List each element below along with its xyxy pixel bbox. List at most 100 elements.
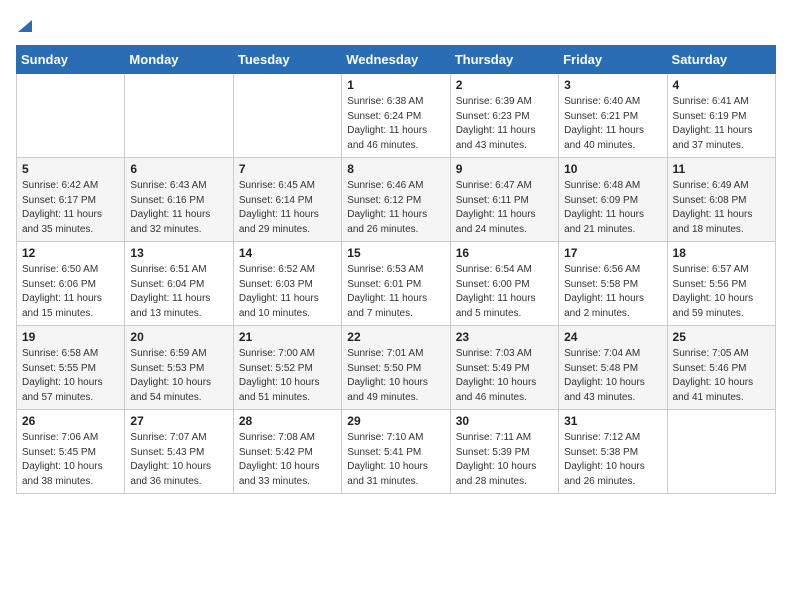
calendar-week-row: 26Sunrise: 7:06 AM Sunset: 5:45 PM Dayli… <box>17 410 776 494</box>
calendar-week-row: 1 Sunrise: 6:38 AM Sunset: 6:24 PM Daylig… <box>17 74 776 158</box>
day-info: Sunrise: 6:49 AM Sunset: 6:08 PM Dayligh… <box>673 179 770 237</box>
calendar-week-row: 19 Sunrise: 6:58 AM Sunset: 5:55 PM Dayli… <box>17 326 776 410</box>
calendar-cell: 17Sunrise: 6:56 AM Sunset: 5:58 PM Dayli… <box>559 242 667 326</box>
day-info: Sunrise: 6:57 AM Sunset: 5:56 PM Dayligh… <box>673 263 770 321</box>
day-info: Sunrise: 6:53 AM Sunset: 6:01 PM Dayligh… <box>347 263 444 321</box>
day-info: Sunrise: 6:56 AM Sunset: 5:58 PM Dayligh… <box>564 263 661 321</box>
calendar-cell: 27 Sunrise: 7:07 AM Sunset: 5:43 PM Dayli… <box>125 410 233 494</box>
day-number: 27 <box>130 414 227 428</box>
day-number: 28 <box>239 414 336 428</box>
day-info: Sunrise: 6:40 AM Sunset: 6:21 PM Dayligh… <box>564 95 661 153</box>
calendar-cell: 18 Sunrise: 6:57 AM Sunset: 5:56 PM Dayli… <box>667 242 775 326</box>
calendar-cell: 5 Sunrise: 6:42 AM Sunset: 6:17 PM Daylig… <box>17 158 125 242</box>
calendar-cell: 1 Sunrise: 6:38 AM Sunset: 6:24 PM Daylig… <box>342 74 450 158</box>
day-info: Sunrise: 6:38 AM Sunset: 6:24 PM Dayligh… <box>347 95 444 153</box>
day-info: Sunrise: 6:45 AM Sunset: 6:14 PM Dayligh… <box>239 179 336 237</box>
day-info: Sunrise: 7:04 AM Sunset: 5:48 PM Dayligh… <box>564 347 661 405</box>
calendar-cell: 21Sunrise: 7:00 AM Sunset: 5:52 PM Dayli… <box>233 326 341 410</box>
day-number: 12 <box>22 246 119 260</box>
day-info: Sunrise: 6:41 AM Sunset: 6:19 PM Dayligh… <box>673 95 770 153</box>
day-info: Sunrise: 6:58 AM Sunset: 5:55 PM Dayligh… <box>22 347 119 405</box>
weekday-header-saturday: Saturday <box>667 46 775 74</box>
day-number: 5 <box>22 162 119 176</box>
calendar-cell: 13 Sunrise: 6:51 AM Sunset: 6:04 PM Dayli… <box>125 242 233 326</box>
calendar-cell: 29 Sunrise: 7:10 AM Sunset: 5:41 PM Dayli… <box>342 410 450 494</box>
day-info: Sunrise: 6:59 AM Sunset: 5:53 PM Dayligh… <box>130 347 227 405</box>
day-number: 24 <box>564 330 661 344</box>
calendar-cell: 2 Sunrise: 6:39 AM Sunset: 6:23 PM Daylig… <box>450 74 558 158</box>
day-number: 30 <box>456 414 553 428</box>
day-info: Sunrise: 6:50 AM Sunset: 6:06 PM Dayligh… <box>22 263 119 321</box>
day-info: Sunrise: 6:43 AM Sunset: 6:16 PM Dayligh… <box>130 179 227 237</box>
calendar-cell: 15 Sunrise: 6:53 AM Sunset: 6:01 PM Dayli… <box>342 242 450 326</box>
day-number: 26 <box>22 414 119 428</box>
day-number: 25 <box>673 330 770 344</box>
calendar-cell: 28 Sunrise: 7:08 AM Sunset: 5:42 PM Dayli… <box>233 410 341 494</box>
day-info: Sunrise: 6:46 AM Sunset: 6:12 PM Dayligh… <box>347 179 444 237</box>
day-number: 19 <box>22 330 119 344</box>
day-number: 15 <box>347 246 444 260</box>
day-number: 14 <box>239 246 336 260</box>
weekday-header-tuesday: Tuesday <box>233 46 341 74</box>
day-number: 16 <box>456 246 553 260</box>
day-info: Sunrise: 7:01 AM Sunset: 5:50 PM Dayligh… <box>347 347 444 405</box>
calendar-cell: 20 Sunrise: 6:59 AM Sunset: 5:53 PM Dayli… <box>125 326 233 410</box>
calendar-cell: 9 Sunrise: 6:47 AM Sunset: 6:11 PM Daylig… <box>450 158 558 242</box>
calendar-cell: 24 Sunrise: 7:04 AM Sunset: 5:48 PM Dayli… <box>559 326 667 410</box>
weekday-header-sunday: Sunday <box>17 46 125 74</box>
calendar-cell: 7 Sunrise: 6:45 AM Sunset: 6:14 PM Daylig… <box>233 158 341 242</box>
day-number: 6 <box>130 162 227 176</box>
day-info: Sunrise: 6:47 AM Sunset: 6:11 PM Dayligh… <box>456 179 553 237</box>
day-info: Sunrise: 7:05 AM Sunset: 5:46 PM Dayligh… <box>673 347 770 405</box>
day-info: Sunrise: 6:48 AM Sunset: 6:09 PM Dayligh… <box>564 179 661 237</box>
weekday-header-friday: Friday <box>559 46 667 74</box>
calendar-cell: 16 Sunrise: 6:54 AM Sunset: 6:00 PM Dayli… <box>450 242 558 326</box>
day-number: 22 <box>347 330 444 344</box>
weekday-header-row: SundayMondayTuesdayWednesdayThursdayFrid… <box>17 46 776 74</box>
calendar-cell <box>233 74 341 158</box>
day-number: 1 <box>347 78 444 92</box>
header <box>16 16 776 35</box>
calendar-cell: 22 Sunrise: 7:01 AM Sunset: 5:50 PM Dayli… <box>342 326 450 410</box>
calendar-week-row: 5 Sunrise: 6:42 AM Sunset: 6:17 PM Daylig… <box>17 158 776 242</box>
day-info: Sunrise: 6:39 AM Sunset: 6:23 PM Dayligh… <box>456 95 553 153</box>
day-number: 2 <box>456 78 553 92</box>
day-info: Sunrise: 7:00 AM Sunset: 5:52 PM Dayligh… <box>239 347 336 405</box>
calendar-cell: 10 Sunrise: 6:48 AM Sunset: 6:09 PM Dayli… <box>559 158 667 242</box>
calendar-cell: 8 Sunrise: 6:46 AM Sunset: 6:12 PM Daylig… <box>342 158 450 242</box>
day-number: 4 <box>673 78 770 92</box>
weekday-header-wednesday: Wednesday <box>342 46 450 74</box>
day-number: 10 <box>564 162 661 176</box>
day-info: Sunrise: 6:51 AM Sunset: 6:04 PM Dayligh… <box>130 263 227 321</box>
logo-icon <box>18 16 32 37</box>
day-number: 31 <box>564 414 661 428</box>
day-number: 11 <box>673 162 770 176</box>
calendar-cell: 12 Sunrise: 6:50 AM Sunset: 6:06 PM Dayli… <box>17 242 125 326</box>
weekday-header-thursday: Thursday <box>450 46 558 74</box>
day-info: Sunrise: 7:07 AM Sunset: 5:43 PM Dayligh… <box>130 431 227 489</box>
day-info: Sunrise: 7:11 AM Sunset: 5:39 PM Dayligh… <box>456 431 553 489</box>
calendar-table: SundayMondayTuesdayWednesdayThursdayFrid… <box>16 45 776 494</box>
day-number: 3 <box>564 78 661 92</box>
day-number: 8 <box>347 162 444 176</box>
calendar-cell <box>17 74 125 158</box>
day-info: Sunrise: 7:12 AM Sunset: 5:38 PM Dayligh… <box>564 431 661 489</box>
day-info: Sunrise: 7:10 AM Sunset: 5:41 PM Dayligh… <box>347 431 444 489</box>
day-info: Sunrise: 6:42 AM Sunset: 6:17 PM Dayligh… <box>22 179 119 237</box>
day-info: Sunrise: 7:03 AM Sunset: 5:49 PM Dayligh… <box>456 347 553 405</box>
calendar-cell: 23Sunrise: 7:03 AM Sunset: 5:49 PM Dayli… <box>450 326 558 410</box>
day-info: Sunrise: 6:54 AM Sunset: 6:00 PM Dayligh… <box>456 263 553 321</box>
calendar-cell: 26Sunrise: 7:06 AM Sunset: 5:45 PM Dayli… <box>17 410 125 494</box>
calendar-cell: 19 Sunrise: 6:58 AM Sunset: 5:55 PM Dayli… <box>17 326 125 410</box>
day-number: 9 <box>456 162 553 176</box>
day-number: 13 <box>130 246 227 260</box>
day-number: 29 <box>347 414 444 428</box>
calendar-cell: 31 Sunrise: 7:12 AM Sunset: 5:38 PM Dayli… <box>559 410 667 494</box>
day-info: Sunrise: 7:08 AM Sunset: 5:42 PM Dayligh… <box>239 431 336 489</box>
calendar-week-row: 12 Sunrise: 6:50 AM Sunset: 6:06 PM Dayli… <box>17 242 776 326</box>
weekday-header-monday: Monday <box>125 46 233 74</box>
calendar-cell: 14Sunrise: 6:52 AM Sunset: 6:03 PM Dayli… <box>233 242 341 326</box>
day-number: 20 <box>130 330 227 344</box>
day-number: 18 <box>673 246 770 260</box>
day-number: 7 <box>239 162 336 176</box>
